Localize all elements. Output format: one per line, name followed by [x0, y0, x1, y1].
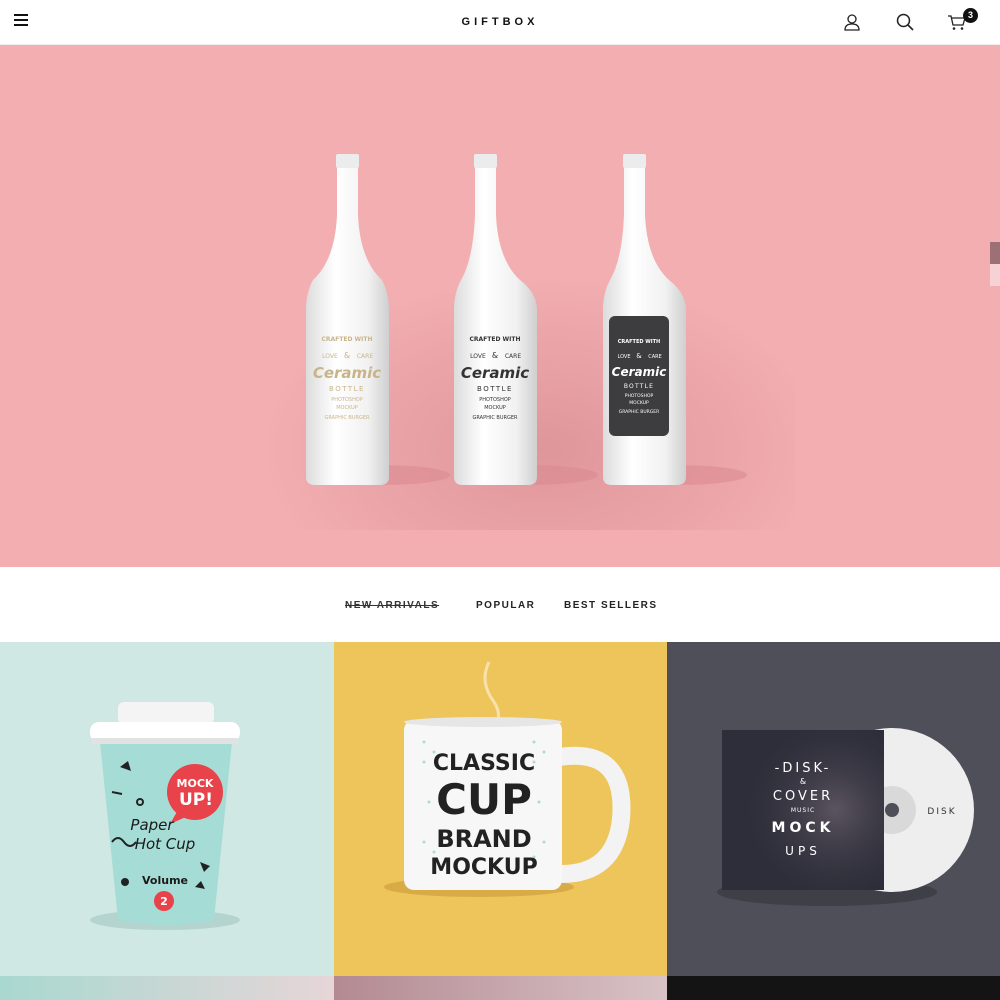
svg-text:Ceramic: Ceramic: [612, 365, 667, 379]
svg-text:Ceramic: Ceramic: [313, 364, 381, 382]
svg-text:BOTTLE: BOTTLE: [329, 385, 365, 393]
svg-text:CARE: CARE: [505, 353, 521, 360]
svg-text:&: &: [636, 352, 642, 360]
product-grid: MOCK UP! Paper Hot Cup Volume 2 CLASSIC …: [0, 642, 1000, 1000]
search-icon[interactable]: [895, 12, 915, 32]
svg-text:MOCK: MOCK: [177, 777, 214, 790]
svg-text:PHOTOSHOP: PHOTOSHOP: [331, 397, 363, 403]
svg-text:Paper: Paper: [130, 816, 174, 834]
svg-text:UP!: UP!: [179, 790, 213, 810]
svg-text:CRAFTED WITH: CRAFTED WITH: [322, 336, 373, 343]
hero-banner[interactable]: CRAFTED WITH LOVE & CARE Ceramic BOTTLE …: [0, 45, 1000, 567]
svg-text:&: &: [800, 777, 806, 786]
svg-text:BOTTLE: BOTTLE: [624, 383, 654, 390]
svg-text:-DISK-: -DISK-: [775, 761, 832, 776]
svg-text:DISK: DISK: [927, 807, 956, 817]
svg-text:PHOTOSHOP: PHOTOSHOP: [625, 393, 654, 399]
user-icon[interactable]: [842, 12, 862, 32]
svg-text:LOVE: LOVE: [617, 354, 630, 360]
svg-text:&: &: [492, 351, 498, 360]
svg-text:BRAND: BRAND: [436, 825, 531, 853]
svg-text:GRAPHIC BURGER: GRAPHIC BURGER: [325, 415, 370, 421]
svg-text:UPS: UPS: [785, 844, 821, 858]
svg-text:CUP: CUP: [436, 775, 532, 824]
slider-pagination: [990, 242, 1000, 286]
svg-text:2: 2: [160, 895, 168, 908]
svg-text:MUSIC: MUSIC: [791, 807, 815, 814]
tab-popular[interactable]: POPULAR: [476, 600, 535, 611]
svg-text:LOVE: LOVE: [470, 353, 486, 360]
svg-text:&: &: [344, 351, 350, 360]
bottle-1: [306, 154, 389, 485]
svg-text:CRAFTED WITH: CRAFTED WITH: [470, 336, 521, 343]
paper-cup-image: MOCK UP! Paper Hot Cup Volume 2: [90, 702, 240, 930]
bottle-2: [454, 154, 537, 485]
svg-text:GRAPHIC BURGER: GRAPHIC BURGER: [473, 415, 518, 421]
product-tile-paper-cup[interactable]: MOCK UP! Paper Hot Cup Volume 2: [0, 642, 334, 1000]
svg-text:CARE: CARE: [648, 354, 662, 360]
svg-text:Ceramic: Ceramic: [461, 364, 529, 382]
bottle-3: [603, 154, 686, 485]
svg-text:CARE: CARE: [357, 353, 373, 360]
svg-text:MOCKUP: MOCKUP: [484, 405, 506, 411]
svg-text:GRAPHIC BURGER: GRAPHIC BURGER: [619, 409, 659, 415]
slider-dot-1[interactable]: [990, 242, 1000, 264]
svg-text:Volume: Volume: [142, 874, 188, 887]
tab-new-arrivals[interactable]: NEW ARRIVALS: [345, 600, 439, 611]
product-tabs: NEW ARRIVALS POPULAR BEST SELLERS: [0, 567, 1000, 642]
next-row-preview: [667, 976, 1000, 1000]
svg-text:Hot Cup: Hot Cup: [135, 835, 196, 853]
svg-text:LOVE: LOVE: [322, 353, 338, 360]
svg-text:BOTTLE: BOTTLE: [477, 385, 513, 393]
svg-text:PHOTOSHOP: PHOTOSHOP: [479, 397, 511, 403]
top-header: GIFTBOX 3: [0, 0, 1000, 45]
svg-text:MOCKUP: MOCKUP: [629, 400, 649, 406]
svg-text:CRAFTED WITH: CRAFTED WITH: [618, 339, 661, 345]
svg-text:CLASSIC: CLASSIC: [433, 751, 535, 776]
product-tile-mug[interactable]: CLASSIC CUP BRAND MOCKUP: [334, 642, 667, 1000]
hero-bottles-image: CRAFTED WITH LOVE & CARE Ceramic BOTTLE …: [306, 154, 747, 485]
svg-text:MOCKUP: MOCKUP: [336, 405, 358, 411]
tab-best-sellers[interactable]: BEST SELLERS: [564, 600, 658, 611]
svg-text:COVER: COVER: [773, 789, 833, 804]
slider-dot-2[interactable]: [990, 264, 1000, 286]
cart-count-badge: 3: [963, 8, 978, 23]
disk-cover-image: DISK -DISK- & COVER MUSIC MOCK UPS: [717, 728, 974, 906]
mug-image: CLASSIC CUP BRAND MOCKUP: [384, 661, 631, 897]
next-row-preview: [334, 976, 667, 1000]
next-row-preview: [0, 976, 334, 1000]
svg-text:MOCK: MOCK: [772, 820, 835, 836]
svg-text:MOCKUP: MOCKUP: [430, 855, 537, 880]
product-tile-disk[interactable]: DISK -DISK- & COVER MUSIC MOCK UPS: [667, 642, 1000, 1000]
